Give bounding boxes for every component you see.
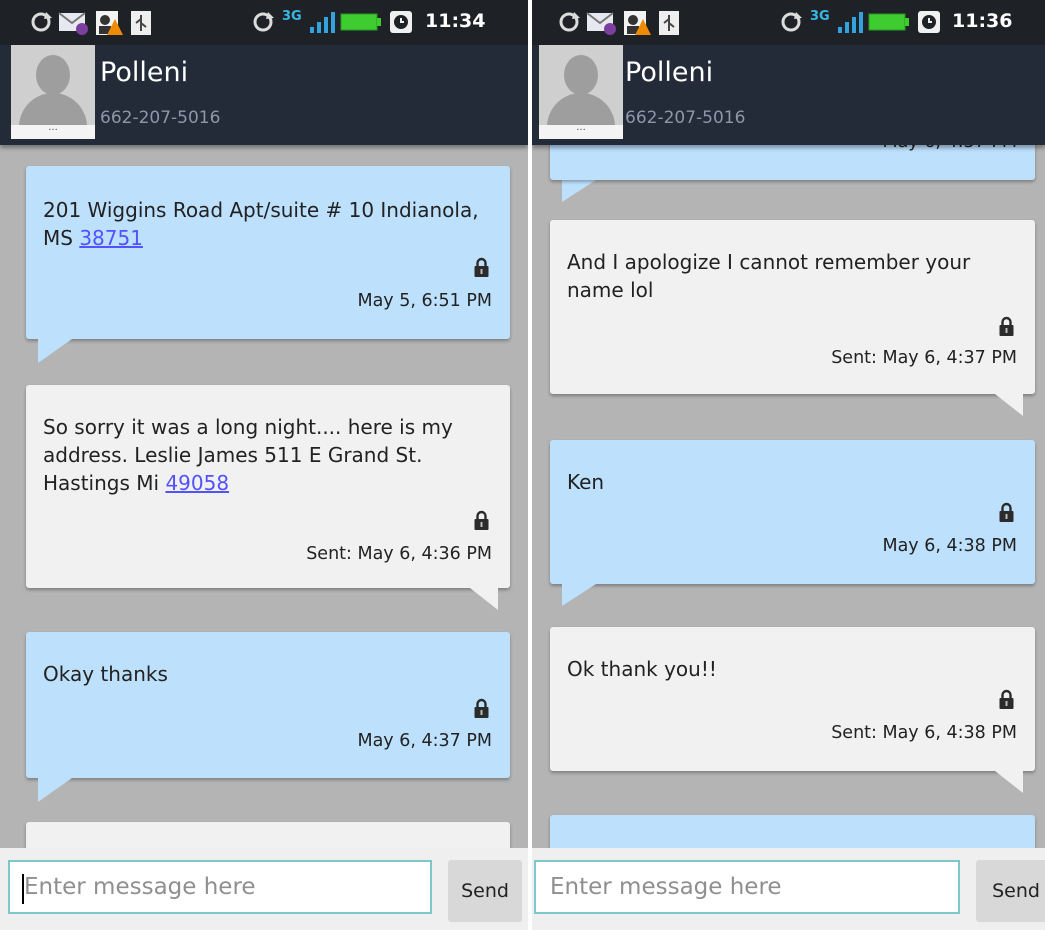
zip-code-link[interactable]: 38751	[79, 226, 143, 250]
alarm-icon	[390, 11, 412, 33]
zip-code-link[interactable]: 49058	[165, 471, 229, 495]
message-text: Ken	[567, 470, 605, 494]
usb-icon	[131, 11, 151, 35]
alarm-icon	[918, 11, 940, 33]
sync-icon	[781, 12, 802, 32]
contact-name: Polleni	[625, 57, 714, 88]
message-text: Okay thanks	[43, 662, 168, 686]
sync-icon	[253, 12, 274, 32]
bubble-tail	[38, 778, 72, 802]
status-time: 11:34	[425, 10, 486, 32]
bubble-tail	[995, 771, 1023, 793]
message-timestamp: Sent: May 6, 4:38 PM	[831, 723, 1017, 743]
status-time: 11:36	[952, 10, 1013, 32]
signal-icon	[310, 12, 335, 33]
message-bubble-sent[interactable]: And I apologize I cannot remember your n…	[550, 220, 1035, 394]
contact-number: 662-207-5016	[100, 108, 221, 128]
contact-name: Polleni	[100, 57, 189, 88]
message-timestamp: Sent: May 6, 4:37 PM	[831, 348, 1017, 368]
message-composer: Enter message here Send	[532, 848, 1045, 930]
contact-number: 662-207-5016	[625, 108, 746, 128]
sync-icon	[31, 12, 52, 32]
message-timestamp: May 6, 4:37 PM	[357, 731, 492, 751]
lock-icon	[999, 316, 1014, 336]
contacts-alert-icon	[96, 11, 123, 35]
lock-icon	[474, 698, 489, 718]
message-input-placeholder: Enter message here	[24, 874, 256, 900]
status-bar: 3G 11:36	[532, 0, 1045, 45]
bubble-tail	[562, 180, 596, 202]
message-input[interactable]: Enter message here	[8, 860, 432, 914]
lock-icon	[999, 502, 1014, 522]
3g-icon: 3G	[282, 9, 302, 24]
avatar-caption: ···	[539, 125, 623, 139]
message-text: Ok thank you!!	[567, 657, 717, 681]
email-icon	[58, 12, 88, 35]
message-bubble-received[interactable]: Okay thanks May 6, 4:37 PM	[26, 632, 510, 778]
usb-icon	[659, 11, 679, 35]
3g-icon: 3G	[810, 9, 830, 24]
conversation-header: ··· Polleni 662-207-5016	[532, 45, 1045, 145]
battery-icon	[868, 13, 909, 31]
message-input[interactable]: Enter message here	[534, 860, 960, 914]
sync-icon	[559, 12, 580, 32]
send-button[interactable]: Send	[448, 860, 522, 922]
bubble-tail	[470, 588, 498, 610]
lock-icon	[999, 689, 1014, 709]
email-icon	[586, 12, 616, 35]
avatar-caption: ···	[11, 125, 95, 139]
contacts-alert-icon	[624, 11, 651, 35]
message-text: And I apologize I cannot remember your n…	[567, 250, 971, 302]
bubble-tail	[38, 339, 72, 363]
message-timestamp: May 6, 4:38 PM	[882, 536, 1017, 556]
signal-icon	[838, 12, 863, 33]
lock-icon	[474, 257, 489, 277]
bubble-tail	[562, 584, 596, 606]
send-button[interactable]: Send	[976, 860, 1045, 922]
message-bubble-received[interactable]: Ken May 6, 4:38 PM	[550, 440, 1035, 584]
status-bar: 3G 11:34	[0, 0, 528, 45]
left-phone-screen: 3G 11:34 ··· Polleni 662-207-5016 201 Wi…	[0, 0, 528, 930]
contact-avatar[interactable]: ···	[539, 45, 623, 139]
battery-icon	[340, 13, 381, 31]
message-composer: Enter message here Send	[0, 848, 528, 930]
message-input-placeholder: Enter message here	[550, 874, 782, 900]
conversation-header: ··· Polleni 662-207-5016	[0, 45, 528, 145]
message-timestamp: May 5, 6:51 PM	[357, 291, 492, 311]
contact-avatar[interactable]: ···	[11, 45, 95, 139]
message-bubble-received[interactable]: 201 Wiggins Road Apt/suite # 10 Indianol…	[26, 166, 510, 339]
message-text: So sorry it was a long night.... here is…	[43, 415, 453, 495]
lock-icon	[474, 510, 489, 530]
message-bubble-sent[interactable]: Ok thank you!! Sent: May 6, 4:38 PM	[550, 627, 1035, 771]
bubble-tail	[995, 394, 1023, 416]
message-timestamp: Sent: May 6, 4:36 PM	[306, 544, 492, 564]
message-bubble-sent[interactable]: So sorry it was a long night.... here is…	[26, 385, 510, 588]
message-text: 201 Wiggins Road Apt/suite # 10 Indianol…	[43, 198, 479, 250]
right-phone-screen: 3G 11:36 May 6, 4:37 PM ··· Polleni 662-…	[532, 0, 1045, 930]
